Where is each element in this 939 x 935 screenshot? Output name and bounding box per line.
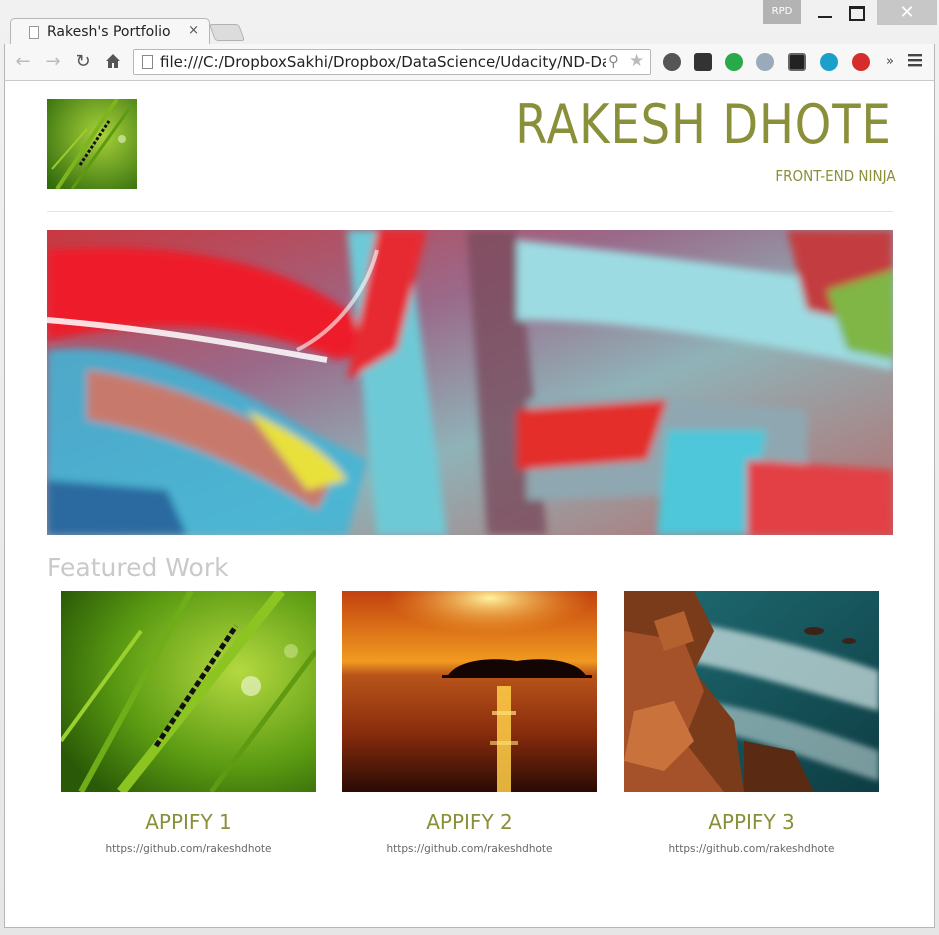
project-link[interactable]: https://github.com/rakeshdhote [61, 843, 316, 855]
address-bar[interactable]: file:///C:/DropboxSakhi/Dropbox/DataScie… [133, 49, 651, 75]
featured-work-heading: Featured Work [47, 553, 229, 582]
project-image-coast[interactable] [624, 591, 879, 792]
window-icon[interactable] [788, 53, 806, 71]
project-card-3[interactable]: APPIFY 3 https://github.com/rakeshdhote [624, 591, 879, 855]
close-window-button[interactable]: ✕ [877, 0, 937, 25]
page-viewport: RAKESH DHOTE FRONT-END NINJA Featured Wo… [4, 80, 935, 928]
reload-icon[interactable]: ↻ [73, 52, 93, 72]
menu-icon[interactable] [905, 52, 925, 72]
tab-rakesh-portfolio[interactable]: Rakesh's Portfolio × [10, 18, 210, 45]
project-card-1[interactable]: APPIFY 1 https://github.com/rakeshdhote [61, 591, 316, 855]
project-name[interactable]: APPIFY 2 [342, 810, 597, 834]
home-icon[interactable] [103, 52, 123, 72]
close-tab-icon[interactable]: × [188, 23, 199, 38]
minimize-button[interactable] [809, 0, 841, 25]
satellite-icon[interactable] [756, 53, 774, 71]
page-icon [29, 26, 39, 39]
overflow-chevron-icon[interactable]: » [880, 52, 900, 72]
tab-strip: Rakesh's Portfolio × RPD ✕ [0, 0, 939, 45]
project-link[interactable]: https://github.com/rakeshdhote [624, 843, 879, 855]
site-title: RAKESH DHOTE [515, 93, 892, 156]
zoom-icon[interactable]: ⚲ [608, 52, 619, 70]
project-name[interactable]: APPIFY 1 [61, 810, 316, 834]
logo-image [47, 99, 137, 189]
browser-toolbar: ← → ↻ file:///C:/DropboxSakhi/Dropbox/Da… [4, 44, 935, 80]
power-icon[interactable] [852, 53, 870, 71]
header-divider [47, 211, 893, 212]
new-tab-button[interactable] [208, 24, 246, 41]
back-icon[interactable]: ← [13, 52, 33, 72]
puzzle-icon[interactable] [694, 53, 712, 71]
g-icon[interactable] [820, 53, 838, 71]
minimize-icon [818, 16, 832, 18]
forward-icon[interactable]: → [43, 52, 63, 72]
maximize-icon [849, 6, 865, 21]
project-card-2[interactable]: APPIFY 2 https://github.com/rakeshdhote [342, 591, 597, 855]
file-icon [142, 55, 153, 69]
project-image-grass[interactable] [61, 591, 316, 792]
site-subtitle: FRONT-END NINJA [775, 167, 896, 185]
browser-window: Rakesh's Portfolio × RPD ✕ ← → ↻ file://… [0, 0, 939, 935]
project-name[interactable]: APPIFY 3 [624, 810, 879, 834]
project-image-sunset[interactable] [342, 591, 597, 792]
bookmark-star-icon[interactable]: ★ [629, 51, 644, 71]
maximize-button[interactable] [841, 0, 873, 25]
evernote-icon[interactable] [663, 53, 681, 71]
tab-title: Rakesh's Portfolio [47, 24, 171, 40]
grammarly-off-icon[interactable] [725, 53, 743, 71]
project-link[interactable]: https://github.com/rakeshdhote [342, 843, 597, 855]
url-text[interactable]: file:///C:/DropboxSakhi/Dropbox/DataScie… [160, 53, 606, 71]
profile-badge[interactable]: RPD [763, 0, 801, 24]
hero-image [47, 230, 893, 535]
